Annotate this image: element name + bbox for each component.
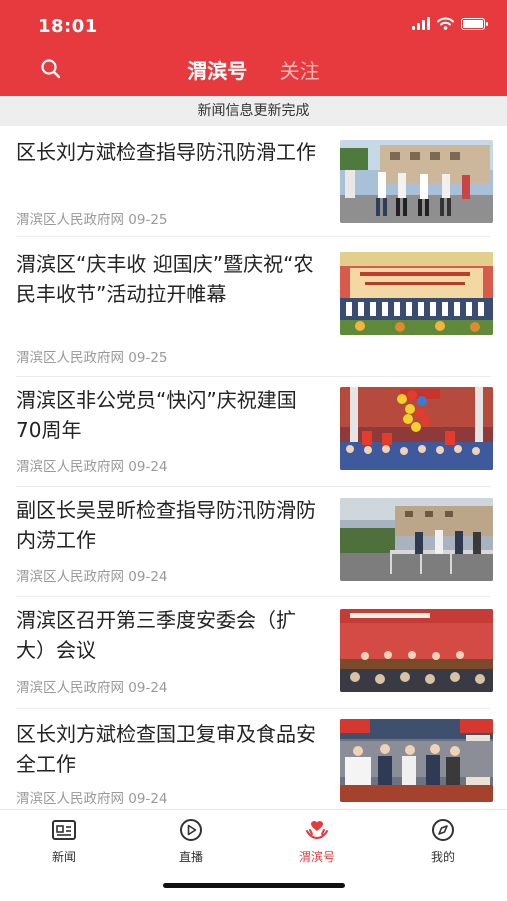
news-source: 渭滨区人民政府网: [16, 680, 124, 696]
news-title: 区长刘方斌检查国卫复审及食品安全工作: [16, 722, 316, 776]
news-source: 渭滨区人民政府网: [16, 459, 124, 475]
news-title: 渭滨区“庆丰收 迎国庆”暨庆祝“农民丰收节”活动拉开帷幕: [16, 252, 314, 306]
news-title: 副区长吴昱昕检查指导防汛防滑防内涝工作: [16, 498, 316, 552]
news-title: 区长刘方斌检查指导防汛防滑工作: [16, 140, 316, 164]
tabbar-label: 新闻: [51, 850, 76, 864]
tab-follow[interactable]: 关注: [280, 55, 320, 84]
news-meta: 渭滨区人民政府网 09-24: [16, 676, 168, 696]
list-item[interactable]: 渭滨区召开第三季度安委会（扩大）会议 渭滨区人民政府网 09-24: [0, 597, 507, 709]
newspaper-icon: [52, 820, 76, 840]
news-source: 渭滨区人民政府网: [16, 212, 124, 228]
news-date: 09-25: [128, 350, 168, 366]
news-thumbnail: [340, 719, 493, 802]
news-meta: 渭滨区人民政府网 09-24: [16, 455, 168, 475]
header-tabs: 渭滨号 关注: [0, 55, 507, 84]
tabbar-item-weibin-hao[interactable]: 渭滨号: [277, 818, 357, 865]
home-indicator: [163, 883, 345, 888]
list-item[interactable]: 渭滨区“庆丰收 迎国庆”暨庆祝“农民丰收节”活动拉开帷幕 渭滨区人民政府网 09…: [0, 237, 507, 377]
tabbar-label: 直播: [178, 850, 203, 864]
news-meta: 渭滨区人民政府网 09-25: [16, 208, 168, 228]
status-time: 18:01: [38, 16, 98, 37]
news-date: 09-24: [128, 791, 168, 807]
compass-icon: [432, 819, 454, 841]
tab-weibin-hao[interactable]: 渭滨号: [187, 55, 247, 84]
list-item[interactable]: 区长刘方斌检查指导防汛防滑工作 渭滨区人民政府网 09-25: [0, 127, 507, 237]
tabbar-label: 我的: [430, 850, 455, 864]
news-meta: 渭滨区人民政府网 09-24: [16, 787, 168, 807]
news-date: 09-24: [128, 569, 168, 585]
news-thumbnail: [340, 609, 493, 692]
list-item[interactable]: 渭滨区非公党员“快闪”庆祝建国70周年 渭滨区人民政府网 09-24: [0, 377, 507, 487]
wifi-icon: [437, 17, 454, 30]
signal-icon: [412, 17, 430, 30]
battery-icon: [461, 17, 488, 30]
news-title: 渭滨区非公党员“快闪”庆祝建国70周年: [16, 388, 297, 442]
news-thumbnail: [340, 387, 493, 470]
news-date: 09-24: [128, 459, 168, 475]
play-circle-icon: [180, 819, 202, 841]
news-thumbnail: [340, 140, 493, 223]
news-date: 09-25: [128, 212, 168, 228]
tabbar-label: 渭滨号: [298, 850, 335, 864]
list-item[interactable]: 区长刘方斌检查国卫复审及食品安全工作 渭滨区人民政府网 09-24: [0, 709, 507, 809]
news-thumbnail: [340, 498, 493, 581]
list-item[interactable]: 副区长吴昱昕检查指导防汛防滑防内涝工作 渭滨区人民政府网 09-24: [0, 487, 507, 597]
news-source: 渭滨区人民政府网: [16, 791, 124, 807]
news-title: 渭滨区召开第三季度安委会（扩大）会议: [16, 608, 296, 662]
app-header: 18:01 渭滨号 关注: [0, 0, 507, 96]
news-date: 09-24: [128, 680, 168, 696]
tabbar-item-mine[interactable]: 我的: [403, 818, 483, 865]
heart-hands-icon: [306, 821, 328, 840]
news-meta: 渭滨区人民政府网 09-24: [16, 565, 168, 585]
news-thumbnail: [340, 252, 493, 335]
tabbar-item-news[interactable]: 新闻: [24, 818, 104, 865]
news-meta: 渭滨区人民政府网 09-25: [16, 346, 168, 366]
news-source: 渭滨区人民政府网: [16, 350, 124, 366]
news-source: 渭滨区人民政府网: [16, 569, 124, 585]
tabbar-item-live[interactable]: 直播: [151, 818, 231, 865]
status-icons: [412, 17, 488, 30]
refresh-notice: 新闻信息更新完成: [0, 96, 507, 126]
